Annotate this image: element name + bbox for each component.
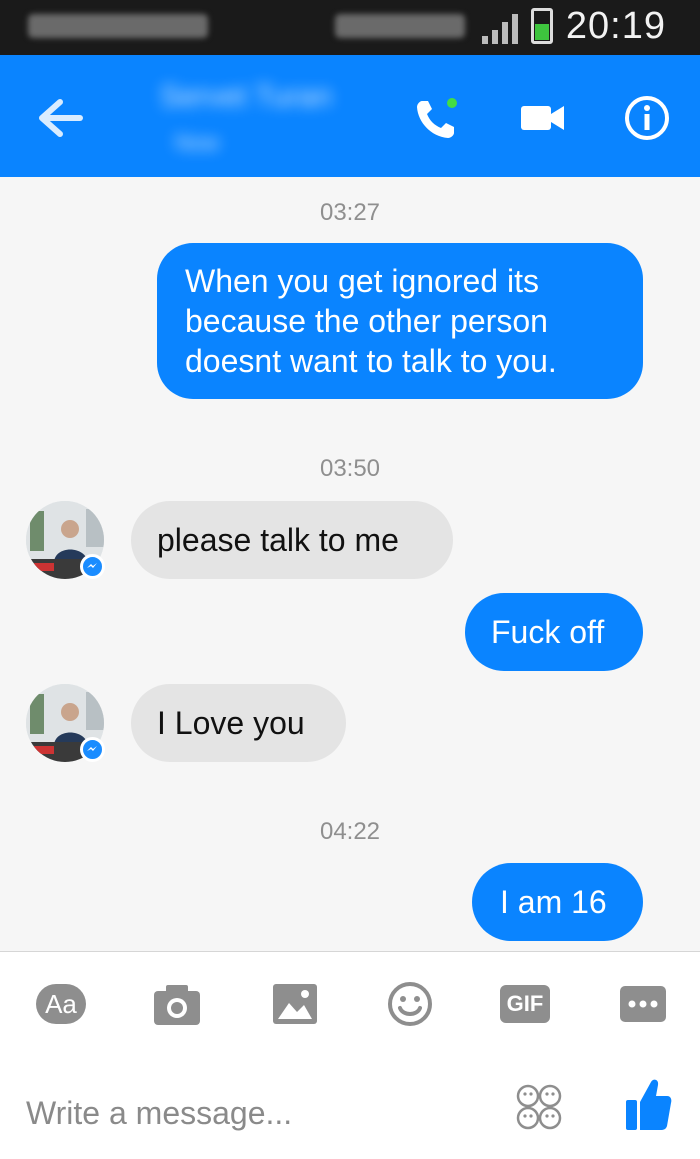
video-camera-icon[interactable] (518, 93, 568, 143)
gif-icon: GIF (500, 985, 550, 1023)
gif-button[interactable]: GIF (500, 981, 550, 1027)
notification-icons (28, 14, 208, 38)
signal-icon (482, 14, 518, 44)
back-arrow-icon[interactable] (38, 98, 84, 138)
image-icon[interactable] (270, 981, 320, 1027)
battery-icon (531, 8, 553, 44)
phone-icon[interactable] (412, 93, 462, 143)
messenger-badge-icon (80, 737, 105, 762)
contact-name[interactable]: Servet Turan (160, 80, 332, 114)
timestamp: 03:50 (319, 455, 381, 482)
outgoing-message[interactable]: Fuck off (465, 593, 643, 671)
timestamp: 04:22 (319, 818, 381, 845)
composer: Aa GIF Write a message... (0, 951, 700, 1159)
status-bar: 20:19 (0, 0, 700, 55)
system-icons (335, 14, 465, 38)
timestamp: 03:27 (319, 199, 381, 226)
messenger-badge-icon (80, 554, 105, 579)
thumbs-up-icon[interactable] (624, 1076, 672, 1134)
contact-status: Now (175, 130, 220, 155)
emoji-icon[interactable] (385, 981, 435, 1027)
message-list[interactable]: 03:27 When you get ignored its because t… (0, 177, 700, 951)
outgoing-message[interactable]: I am 16 (472, 863, 643, 941)
info-icon[interactable] (622, 93, 672, 143)
more-icon[interactable] (618, 981, 668, 1027)
message-input[interactable]: Write a message... (26, 1090, 486, 1136)
text-format-label: Aa (36, 984, 86, 1024)
incoming-message[interactable]: I Love you (131, 684, 346, 762)
text-format-button[interactable]: Aa (36, 981, 86, 1027)
camera-icon[interactable] (152, 981, 202, 1027)
conversation-header: Servet Turan Now (0, 55, 700, 177)
status-time: 20:19 (565, 5, 666, 47)
stickers-icon[interactable] (514, 1082, 564, 1132)
outgoing-message[interactable]: When you get ignored its because the oth… (157, 243, 643, 399)
incoming-message[interactable]: please talk to me (131, 501, 453, 579)
